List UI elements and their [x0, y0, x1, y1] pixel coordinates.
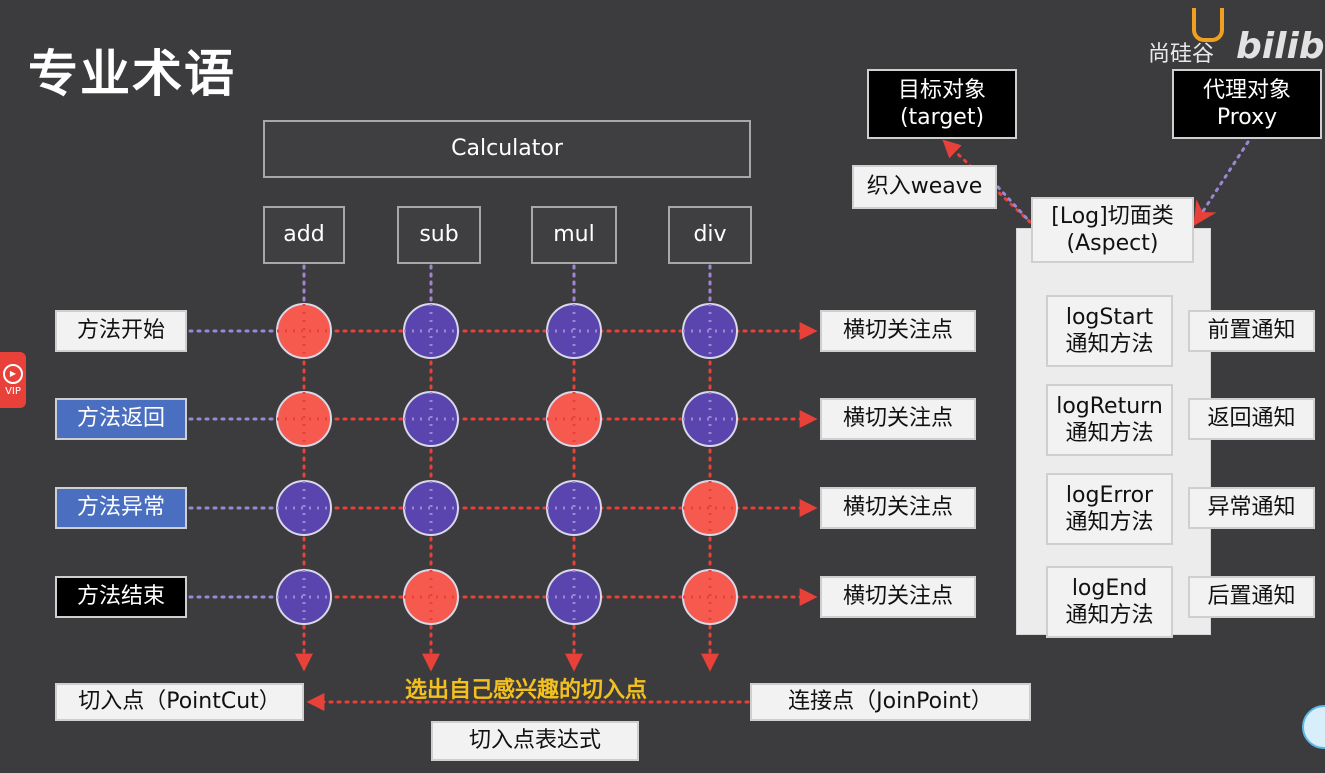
method-div: div — [668, 206, 752, 264]
advice-method-sub: 通知方法 — [1065, 332, 1154, 357]
pointcut-box: 切入点（PointCut） — [55, 683, 304, 721]
method-label: add — [283, 222, 325, 248]
method-label: mul — [553, 222, 595, 248]
row-label-error: 方法异常 — [55, 487, 187, 529]
advice-method-name: logStart — [1065, 304, 1154, 330]
cross-cut-box-4: 横切关注点 — [820, 576, 976, 618]
advice-method-name: logEnd — [1071, 575, 1148, 601]
select-interest-text: 选出自己感兴趣的切入点 — [405, 678, 648, 703]
advice-method-name: logError — [1065, 482, 1154, 508]
cross-cut-box-1: 横切关注点 — [820, 310, 976, 352]
row-label-start: 方法开始 — [55, 310, 187, 352]
method-sub: sub — [397, 206, 481, 264]
calculator-box: Calculator — [263, 120, 751, 178]
row-label-text: 方法结束 — [76, 584, 165, 610]
proxy-title: 代理对象 — [1202, 77, 1291, 103]
pointcut-expression-box: 切入点表达式 — [431, 721, 639, 761]
weave-connector — [996, 185, 1032, 224]
grid-points — [276, 303, 738, 625]
pointcut-expression-label: 切入点表达式 — [468, 728, 601, 754]
advice-method-sub: 通知方法 — [1065, 421, 1154, 446]
advice-method-name: logReturn — [1056, 393, 1163, 419]
joinpoint-label: 连接点（JoinPoint） — [788, 689, 993, 715]
target-subtitle: (target) — [899, 105, 985, 130]
row-label-text: 方法返回 — [76, 406, 165, 432]
advice-method-sub: 通知方法 — [1065, 510, 1154, 535]
joinpoint-box: 连接点（JoinPoint） — [750, 683, 1031, 721]
row-label-return: 方法返回 — [55, 398, 187, 440]
method-label: div — [693, 222, 727, 248]
row-label-text: 方法异常 — [76, 495, 165, 521]
target-box: 目标对象 (target) — [867, 69, 1017, 139]
pointcut-label: 切入点（PointCut） — [78, 689, 281, 715]
row-label-text: 方法开始 — [76, 318, 165, 344]
aspect-title: [Log]切面类 — [1051, 203, 1174, 229]
cross-cut-box-3: 横切关注点 — [820, 487, 976, 529]
advice-type-label: 返回通知 — [1207, 406, 1296, 432]
proxy-subtitle: Proxy — [1216, 105, 1278, 130]
advice-type-label: 后置通知 — [1207, 584, 1296, 610]
aspect-subtitle: (Aspect) — [1066, 231, 1159, 256]
advice-type-error: 异常通知 — [1188, 487, 1315, 529]
method-label: sub — [419, 222, 459, 248]
proxy-box: 代理对象 Proxy — [1172, 69, 1322, 139]
target-title: 目标对象 — [897, 77, 986, 103]
advice-method-logend: logEnd 通知方法 — [1046, 566, 1173, 638]
proxy-to-aspect-arrow — [1193, 140, 1250, 227]
advice-type-before: 前置通知 — [1188, 310, 1315, 352]
cross-cut-label: 横切关注点 — [842, 318, 953, 344]
row-label-end: 方法结束 — [55, 576, 187, 618]
method-add: add — [263, 206, 345, 264]
calculator-label: Calculator — [451, 136, 563, 162]
advice-type-after: 后置通知 — [1188, 576, 1315, 618]
weave-label: 织入weave — [866, 174, 983, 200]
method-mul: mul — [531, 206, 617, 264]
cross-cut-label: 横切关注点 — [842, 495, 953, 521]
cross-cut-label: 横切关注点 — [842, 406, 953, 432]
advice-type-return: 返回通知 — [1188, 398, 1315, 440]
advice-type-label: 异常通知 — [1207, 495, 1296, 521]
advice-type-label: 前置通知 — [1207, 318, 1296, 344]
weave-box: 织入weave — [852, 165, 997, 209]
advice-method-logerror: logError 通知方法 — [1046, 473, 1173, 545]
aspect-box: [Log]切面类 (Aspect) — [1031, 197, 1194, 263]
advice-method-logreturn: logReturn 通知方法 — [1046, 384, 1173, 456]
cross-cut-label: 横切关注点 — [842, 584, 953, 610]
cross-cut-box-2: 横切关注点 — [820, 398, 976, 440]
advice-method-logstart: logStart 通知方法 — [1046, 295, 1173, 367]
advice-method-sub: 通知方法 — [1065, 603, 1154, 628]
